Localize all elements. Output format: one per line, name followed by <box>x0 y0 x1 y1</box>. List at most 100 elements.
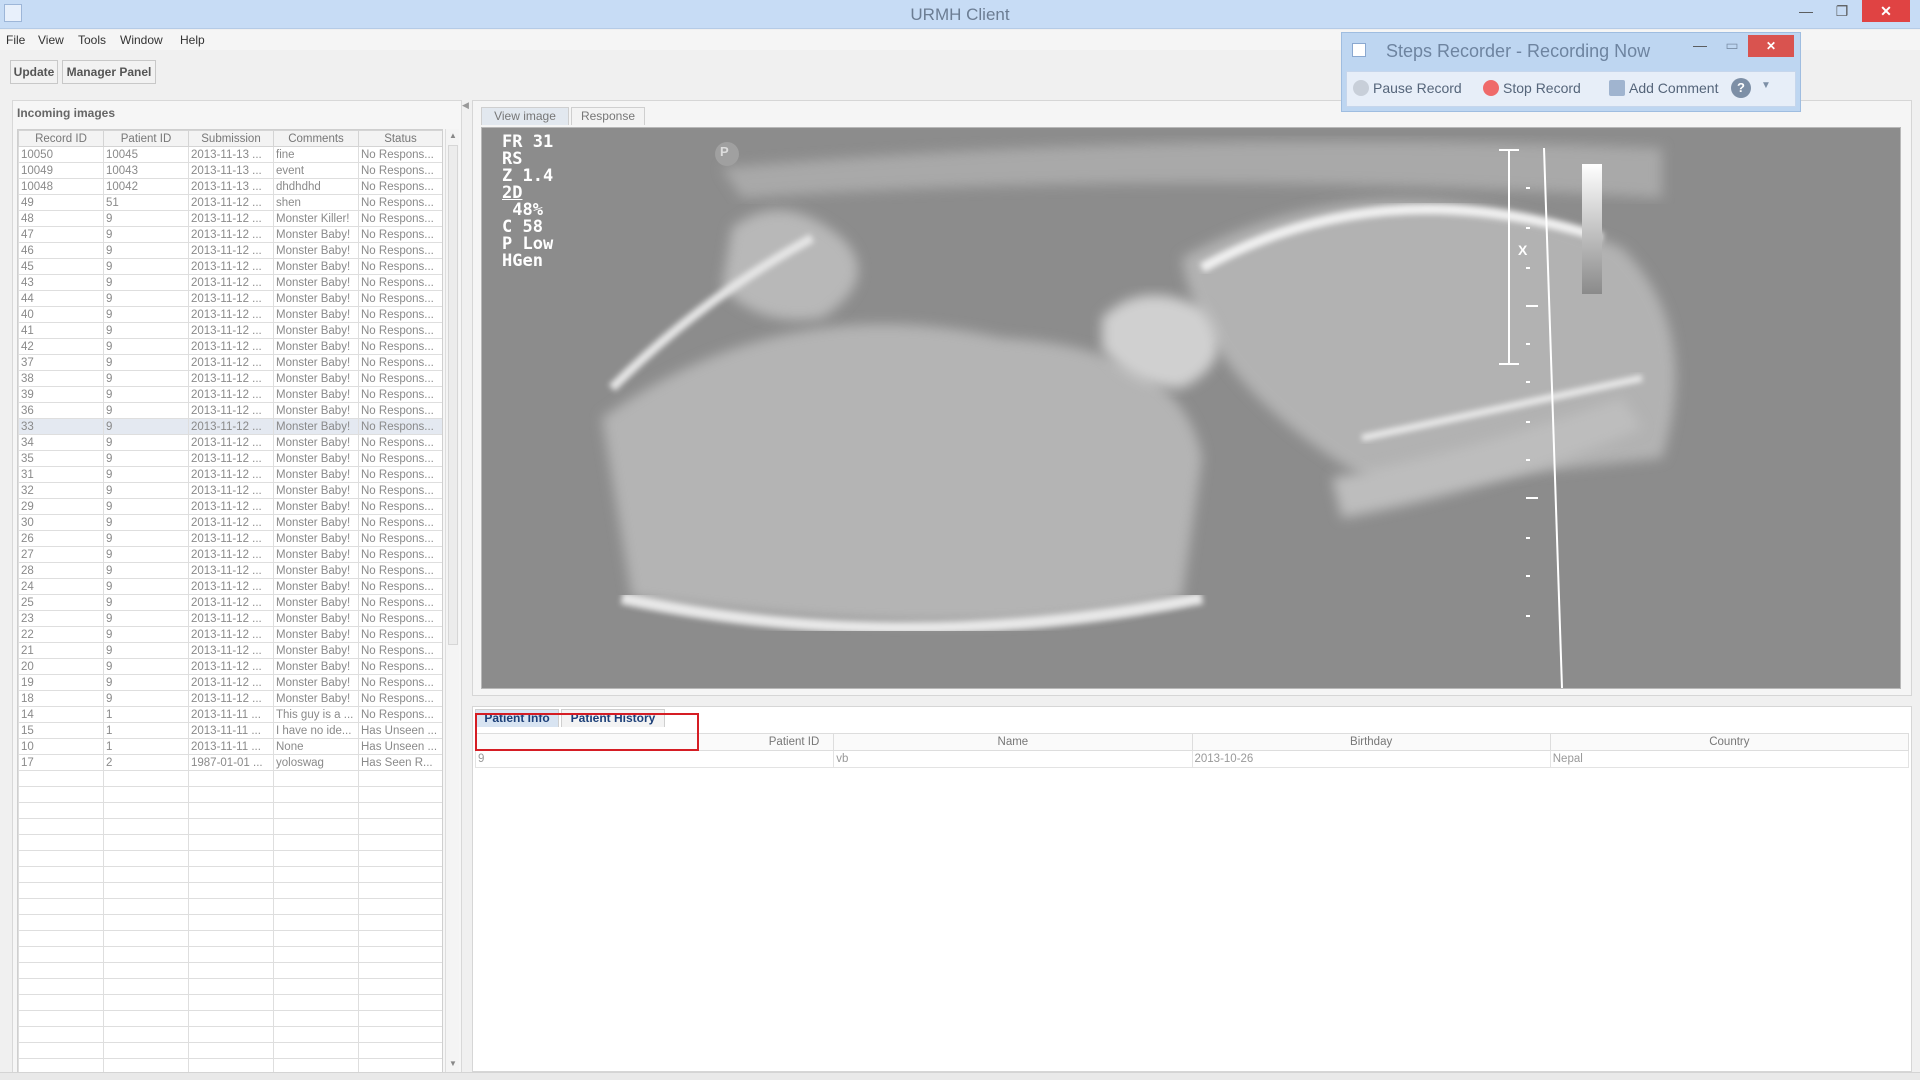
table-cell[interactable]: Monster Baby! <box>273 690 359 707</box>
table-cell[interactable]: 37 <box>18 354 104 371</box>
table-row[interactable]: 30 9 2013-11-12 ... Monster Baby! No Respons… <box>18 514 442 531</box>
table-cell[interactable]: 2013-11-12 ... <box>188 194 274 211</box>
table-cell[interactable]: Has Unseen ... <box>358 738 442 755</box>
table-cell[interactable]: 2013-11-12 ... <box>188 578 274 595</box>
table-row[interactable]: 25 9 2013-11-12 ... Monster Baby! No Respons… <box>18 594 442 611</box>
table-cell[interactable]: 9 <box>103 290 189 307</box>
table-cell[interactable]: 10045 <box>103 146 189 163</box>
recorder-close-button[interactable]: ✕ <box>1748 35 1794 57</box>
table-cell[interactable]: 35 <box>18 450 104 467</box>
table-cell[interactable]: 2013-11-11 ... <box>188 722 274 739</box>
column-header-patient-id[interactable]: Patient ID <box>474 733 835 751</box>
table-row[interactable]: 41 9 2013-11-12 ... Monster Baby! No Respons… <box>18 322 442 339</box>
table-cell[interactable]: 48 <box>18 210 104 227</box>
table-cell[interactable]: No Respons... <box>358 162 442 179</box>
column-header-patient-id[interactable]: Patient ID <box>103 130 189 147</box>
table-cell[interactable]: 15 <box>18 722 104 739</box>
table-cell[interactable]: No Respons... <box>358 610 442 627</box>
menu-help[interactable]: Help <box>180 33 205 47</box>
table-cell[interactable]: 9 <box>103 610 189 627</box>
stop-record-button[interactable]: Stop Record <box>1483 80 1581 96</box>
table-cell[interactable]: Monster Baby! <box>273 450 359 467</box>
table-cell[interactable]: 10043 <box>103 162 189 179</box>
table-cell[interactable]: 9 <box>103 258 189 275</box>
table-cell[interactable]: 2013-11-12 ... <box>188 242 274 259</box>
table-cell[interactable]: 2013-11-12 ... <box>188 226 274 243</box>
table-cell[interactable]: No Respons... <box>358 306 442 323</box>
table-cell[interactable]: 2013-11-12 ... <box>188 306 274 323</box>
tab-view-image[interactable]: View image <box>481 107 569 125</box>
table-cell[interactable]: 9 <box>103 498 189 515</box>
table-cell[interactable]: No Respons... <box>358 338 442 355</box>
table-cell[interactable]: Monster Baby! <box>273 610 359 627</box>
menu-tools[interactable]: Tools <box>78 33 106 47</box>
table-cell[interactable]: Monster Killer! <box>273 210 359 227</box>
table-row[interactable]: 21 9 2013-11-12 ... Monster Baby! No Respons… <box>18 642 442 659</box>
table-cell[interactable]: Monster Baby! <box>273 626 359 643</box>
table-cell[interactable]: 44 <box>18 290 104 307</box>
table-cell[interactable]: Monster Baby! <box>273 498 359 515</box>
table-cell[interactable]: 34 <box>18 434 104 451</box>
table-cell[interactable]: 2013-11-12 ... <box>188 642 274 659</box>
menu-view[interactable]: View <box>38 33 64 47</box>
table-cell[interactable]: 2013-11-12 ... <box>188 290 274 307</box>
table-cell[interactable]: 33 <box>18 418 104 435</box>
table-row[interactable]: 47 9 2013-11-12 ... Monster Baby! No Respons… <box>18 226 442 243</box>
table-cell[interactable]: 51 <box>103 194 189 211</box>
table-cell[interactable]: Monster Baby! <box>273 322 359 339</box>
table-cell[interactable]: 9 <box>103 242 189 259</box>
table-cell[interactable]: 2013-11-12 ... <box>188 482 274 499</box>
table-cell[interactable]: Monster Baby! <box>273 530 359 547</box>
table-cell[interactable]: 9 <box>103 642 189 659</box>
table-cell[interactable]: 2013-11-13 ... <box>188 162 274 179</box>
table-cell[interactable]: None <box>273 738 359 755</box>
table-row[interactable]: 43 9 2013-11-12 ... Monster Baby! No Respons… <box>18 274 442 291</box>
table-row[interactable]: 18 9 2013-11-12 ... Monster Baby! No Respons… <box>18 690 442 707</box>
table-row[interactable]: 26 9 2013-11-12 ... Monster Baby! No Respons… <box>18 530 442 547</box>
table-cell[interactable]: 2013-11-12 ... <box>188 258 274 275</box>
table-row[interactable]: 10048 10042 2013-11-13 ... dhdhdhd No Respon… <box>18 178 442 195</box>
table-cell[interactable]: 9 <box>103 274 189 291</box>
maximize-button[interactable]: ❐ <box>1826 0 1858 22</box>
table-cell[interactable]: 19 <box>18 674 104 691</box>
update-button[interactable]: Update <box>10 60 58 84</box>
table-cell[interactable]: 9 <box>103 418 189 435</box>
table-cell[interactable]: 17 <box>18 754 104 771</box>
patient-birthday-cell[interactable]: 2013-10-26 <box>1191 750 1551 768</box>
table-cell[interactable]: 2013-11-12 ... <box>188 610 274 627</box>
table-cell[interactable]: 9 <box>103 514 189 531</box>
table-cell[interactable]: 41 <box>18 322 104 339</box>
table-cell[interactable]: shen <box>273 194 359 211</box>
column-header-name[interactable]: Name <box>833 733 1193 751</box>
table-cell[interactable]: fine <box>273 146 359 163</box>
table-row[interactable]: 46 9 2013-11-12 ... Monster Baby! No Respons… <box>18 242 442 259</box>
table-cell[interactable]: 2013-11-12 ... <box>188 466 274 483</box>
table-cell[interactable]: 9 <box>103 626 189 643</box>
column-header-birthday[interactable]: Birthday <box>1191 733 1551 751</box>
table-cell[interactable]: No Respons... <box>358 642 442 659</box>
table-cell[interactable]: 2013-11-12 ... <box>188 450 274 467</box>
table-cell[interactable]: No Respons... <box>358 706 442 723</box>
table-cell[interactable]: No Respons... <box>358 514 442 531</box>
table-cell[interactable]: No Respons... <box>358 466 442 483</box>
table-cell[interactable]: 10048 <box>18 178 104 195</box>
table-row[interactable]: 34 9 2013-11-12 ... Monster Baby! No Respons… <box>18 434 442 451</box>
table-cell[interactable]: 1 <box>103 738 189 755</box>
table-cell[interactable]: 26 <box>18 530 104 547</box>
table-row[interactable]: 10050 10045 2013-11-13 ... fine No Respons..… <box>18 146 442 163</box>
table-cell[interactable]: 10050 <box>18 146 104 163</box>
table-cell[interactable]: 39 <box>18 386 104 403</box>
table-cell[interactable]: Monster Baby! <box>273 674 359 691</box>
table-cell[interactable]: This guy is a ... <box>273 706 359 723</box>
table-row[interactable]: 10049 10043 2013-11-13 ... event No Respons.… <box>18 162 442 179</box>
table-cell[interactable]: No Respons... <box>358 498 442 515</box>
table-cell[interactable]: No Respons... <box>358 402 442 419</box>
recorder-maximize-button[interactable]: ▭ <box>1718 37 1746 57</box>
table-cell[interactable]: 9 <box>103 354 189 371</box>
patient-id-cell[interactable]: 9 <box>474 750 835 768</box>
table-cell[interactable]: 45 <box>18 258 104 275</box>
table-cell[interactable]: Monster Baby! <box>273 594 359 611</box>
table-cell[interactable]: 9 <box>103 322 189 339</box>
table-row[interactable]: 37 9 2013-11-12 ... Monster Baby! No Respons… <box>18 354 442 371</box>
table-row[interactable]: 10 1 2013-11-11 ... None Has Unseen ... <box>18 738 442 755</box>
